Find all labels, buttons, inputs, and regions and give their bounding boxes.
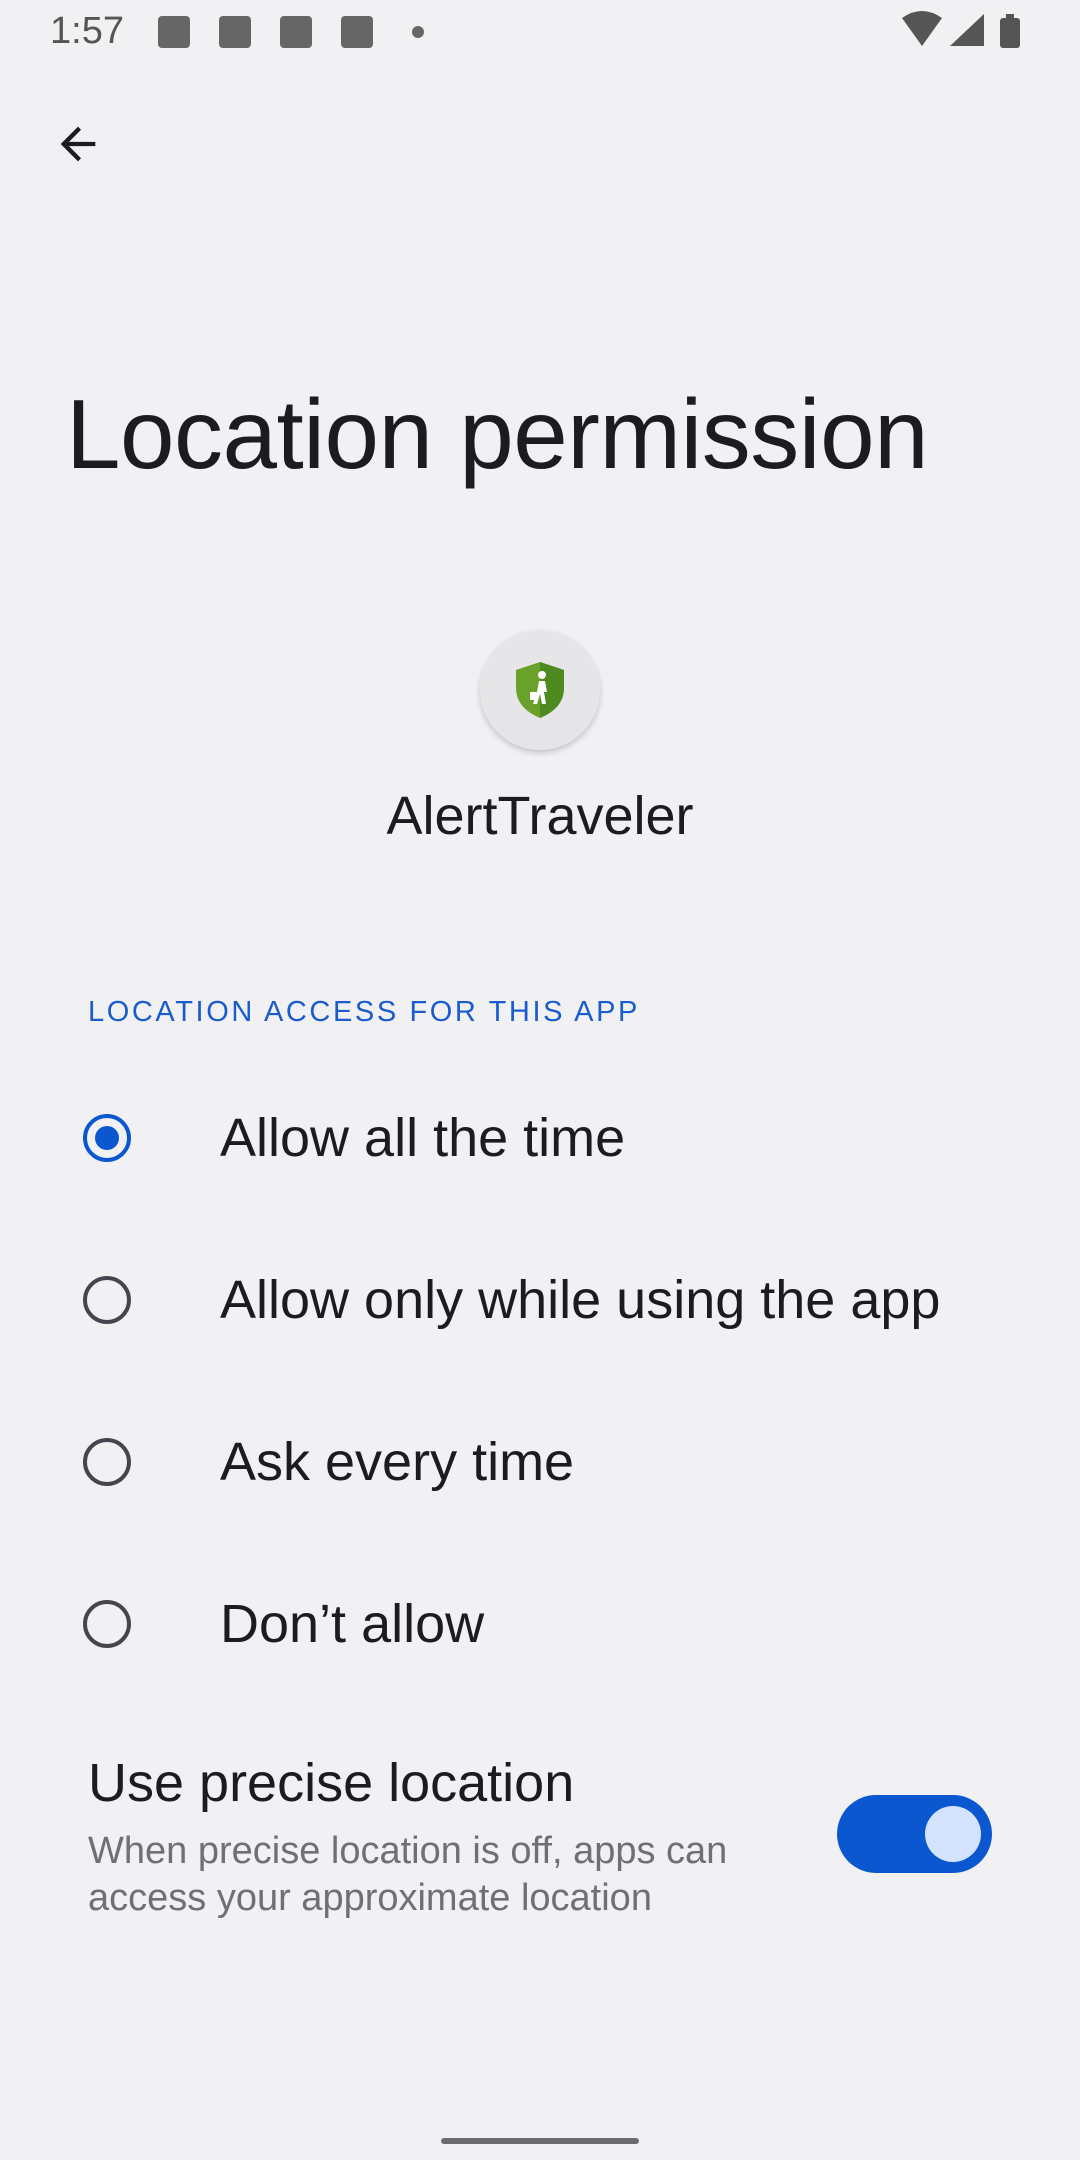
radio-label: Allow only while using the app <box>220 1270 941 1330</box>
radio-option-ask-every-time[interactable]: Ask every time <box>0 1382 1080 1542</box>
precise-location-description: When precise location is off, apps can a… <box>88 1830 728 1919</box>
radio-button[interactable] <box>83 1276 131 1324</box>
app-name: AlertTraveler <box>386 786 694 846</box>
radio-button[interactable] <box>83 1438 131 1486</box>
status-bar: 1:57 <box>0 0 1080 64</box>
more-dot-icon <box>412 26 424 38</box>
toggle-thumb <box>925 1806 981 1862</box>
back-arrow-icon <box>60 126 96 162</box>
app-icon <box>480 630 600 750</box>
radio-label: Allow all the time <box>220 1108 626 1168</box>
back-button[interactable] <box>36 102 120 186</box>
precise-location-title[interactable]: Use precise location <box>88 1752 574 1814</box>
notification-icon <box>158 16 190 48</box>
radio-option-allow-while-using[interactable]: Allow only while using the app <box>0 1220 1080 1380</box>
shield-traveler-icon <box>516 662 564 718</box>
radio-button[interactable] <box>83 1114 131 1162</box>
notification-icon <box>341 16 373 48</box>
battery-icon <box>1000 14 1020 48</box>
radio-option-allow-all-the-time[interactable]: Allow all the time <box>0 1058 1080 1218</box>
gesture-navigation-bar[interactable] <box>441 2138 639 2144</box>
section-header: LOCATION ACCESS FOR THIS APP <box>88 996 640 1028</box>
precise-location-toggle[interactable] <box>837 1795 992 1873</box>
notification-icon <box>219 16 251 48</box>
radio-option-dont-allow[interactable]: Don’t allow <box>0 1544 1080 1704</box>
radio-button[interactable] <box>83 1600 131 1648</box>
radio-label: Don’t allow <box>220 1594 485 1654</box>
status-time: 1:57 <box>50 10 124 52</box>
page-title: Location permission <box>66 379 929 489</box>
status-right-icons <box>880 0 1080 64</box>
radio-label: Ask every time <box>220 1432 575 1492</box>
notification-icon <box>280 16 312 48</box>
